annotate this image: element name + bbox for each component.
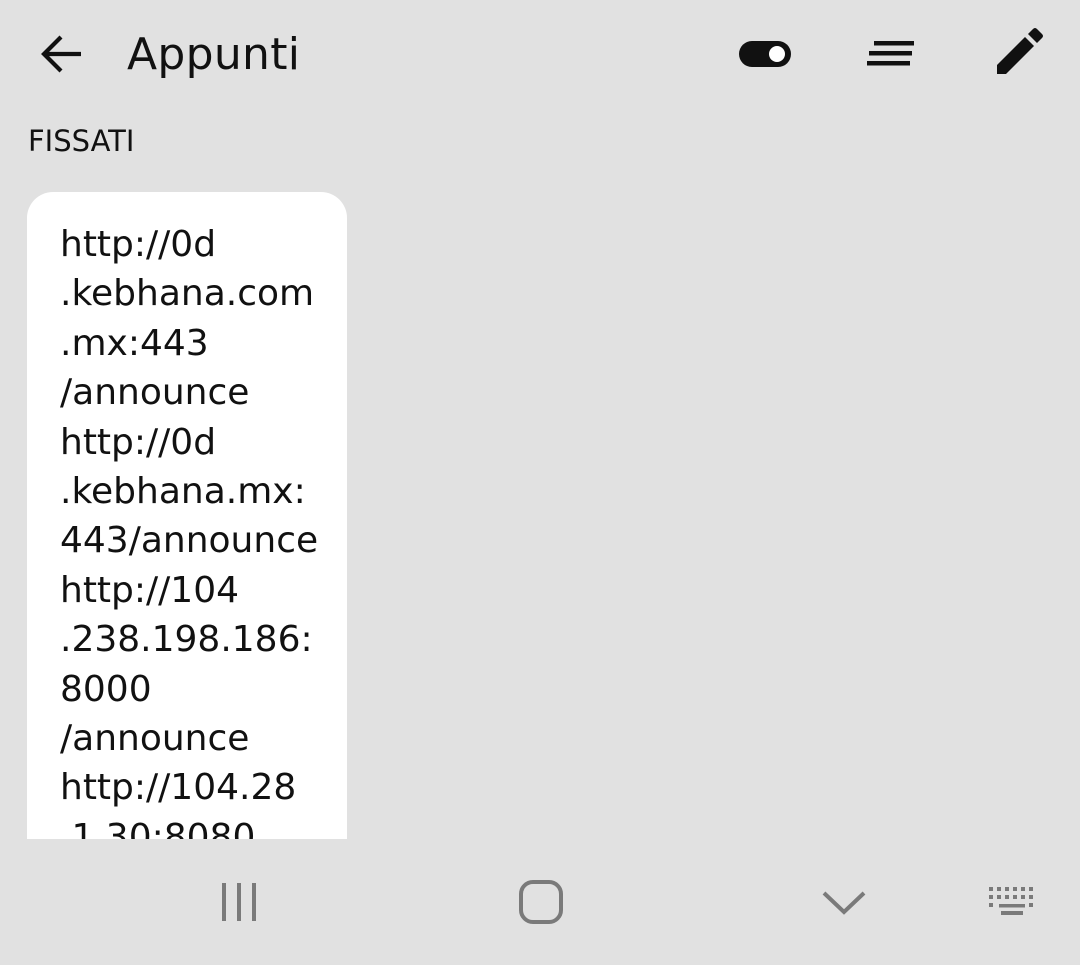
keyboard-button[interactable] xyxy=(973,869,1053,935)
toggle-switch-icon xyxy=(739,41,791,67)
system-navigation-bar xyxy=(0,839,1080,965)
clipboard-item-text: http://0d .kebhana.com .mx:443 /announce… xyxy=(60,224,319,839)
recents-icon xyxy=(222,883,256,921)
back-button[interactable] xyxy=(30,22,94,86)
nav-back-button[interactable] xyxy=(804,869,884,935)
keyboard-icon xyxy=(989,887,1033,915)
edit-button[interactable] xyxy=(985,22,1049,86)
pinned-section-label: FISSATI xyxy=(28,124,135,158)
sort-lines-icon xyxy=(867,41,914,66)
pencil-icon xyxy=(997,28,1043,74)
clipboard-item[interactable]: http://0d .kebhana.com .mx:443 /announce… xyxy=(27,192,347,839)
page-title: Appunti xyxy=(127,29,301,80)
home-icon xyxy=(519,880,563,924)
sort-button[interactable] xyxy=(859,22,923,86)
recents-button[interactable] xyxy=(199,869,279,935)
toggle-button[interactable] xyxy=(733,22,797,86)
chevron-down-icon xyxy=(822,891,866,915)
clipboard-screen: Appunti FISSATI http://0d .kebhana.com .… xyxy=(0,0,1080,965)
top-app-bar: Appunti xyxy=(0,0,1080,110)
clipboard-list[interactable]: http://0d .kebhana.com .mx:443 /announce… xyxy=(0,180,1080,839)
home-button[interactable] xyxy=(501,869,581,935)
arrow-left-icon xyxy=(41,35,81,73)
